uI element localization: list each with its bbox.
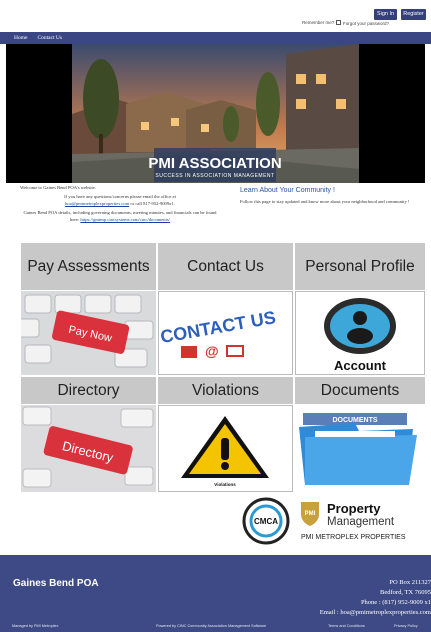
account-image-text: Account [334,358,387,373]
contact-text: If you have any questions/concerns pleas… [64,194,176,200]
personal-profile-image[interactable]: Account [295,291,425,375]
violations-image[interactable]: Violations [158,405,293,492]
user-icon [353,311,367,325]
footer: Gaines Bend POA PO Box 211327 Bedford, T… [0,555,431,632]
tile-documents-label[interactable]: Documents [295,377,425,404]
pmi-logo: PMI Property Management PMI METROPLEX PR… [299,498,424,542]
office-email-link[interactable]: hoa@pmimetroplexproperties.com [65,201,129,206]
welcome-section: Welcome to Gaines Bend POA's website. If… [20,185,220,226]
sign-in-button[interactable]: Sign In [374,9,397,20]
at-icon: @ [205,343,219,359]
cmca-logo: CMCA [242,497,290,545]
phone-icon [181,346,197,358]
tile-contact-us-label[interactable]: Contact Us [158,243,293,290]
hero-title: PMI ASSOCIATION [148,155,281,172]
learn-section: Learn About Your Community ! Follow this… [240,187,420,205]
footer-managed-by[interactable]: Managed by PMI Metroplex [12,624,58,628]
pay-assessments-image[interactable]: Pay Now [21,291,156,375]
directory-image[interactable]: Directory [21,405,156,492]
tile-pay-assessments-label[interactable]: Pay Assessments [21,243,156,290]
nav-contact-us[interactable]: Contact Us [37,35,62,41]
footer-association-name: Gaines Bend POA [13,578,99,589]
footer-privacy-link[interactable]: Privacy Policy [394,624,418,628]
register-button[interactable]: Register [401,9,426,20]
footer-phone: Phone : (817) 952-9009 x1 [360,599,431,606]
cmca-text: CMCA [254,517,278,526]
learn-text: Follow this page to stay updated and kno… [240,199,410,204]
forgot-password-link[interactable]: Forgot your password? [343,21,389,26]
top-bar: Sign In Register Remember me? Forgot you… [0,0,431,32]
hero-subtitle: SUCCESS IN ASSOCIATION MANAGEMENT [155,173,274,179]
contact-phone-text: or call 817-952-9009x1. [130,200,175,206]
nav-home[interactable]: Home [14,35,27,41]
contact-us-image[interactable]: CONTACT US @ [158,291,293,375]
pmi-logo-line1: Property [327,501,381,516]
envelope-icon [226,345,244,357]
documents-link[interactable]: https://gmimp.cincsystems.com/cinc/docum… [80,217,170,222]
contact-paragraph: If you have any questions/concerns pleas… [20,194,220,207]
violations-image-text: Violations [214,482,236,487]
learn-title: Learn About Your Community ! [240,187,335,194]
documents-image-text: DOCUMENTS [332,417,377,424]
hero-banner: PMI ASSOCIATION SUCCESS IN ASSOCIATION M… [6,44,425,183]
remember-checkbox[interactable] [336,20,342,25]
remember-label: Remember me? [302,20,335,25]
footer-city: Bedford, TX 76095 [380,589,431,596]
footer-email[interactable]: Email : hoa@pmimetroplexproperties.com [231,608,431,618]
svg-text:PMI: PMI [305,511,316,517]
main-nav: Home Contact Us [0,32,431,44]
welcome-line: Welcome to Gaines Bend POA's website. [20,185,96,190]
documents-image[interactable]: DOCUMENTS [295,405,425,492]
footer-address: PO Box 211327 Bedford, TX 76095 Phone : … [231,578,431,618]
tile-personal-profile-label[interactable]: Personal Profile [295,243,425,290]
documents-paragraph: Gaines Bend POA details, including gover… [20,210,220,223]
pmi-logo-line2: Management [327,516,395,528]
pmi-logo-caption: PMI METROPLEX PROPERTIES [301,534,406,541]
footer-po-box: PO Box 211327 [389,579,431,586]
tile-directory-label[interactable]: Directory [21,377,156,404]
tile-violations-label[interactable]: Violations [158,377,293,404]
footer-powered-by[interactable]: Powered by CINC Community Association Ma… [156,624,266,628]
footer-terms-link[interactable]: Terms and Conditions [328,624,365,628]
remember-me: Remember me? [302,20,342,25]
